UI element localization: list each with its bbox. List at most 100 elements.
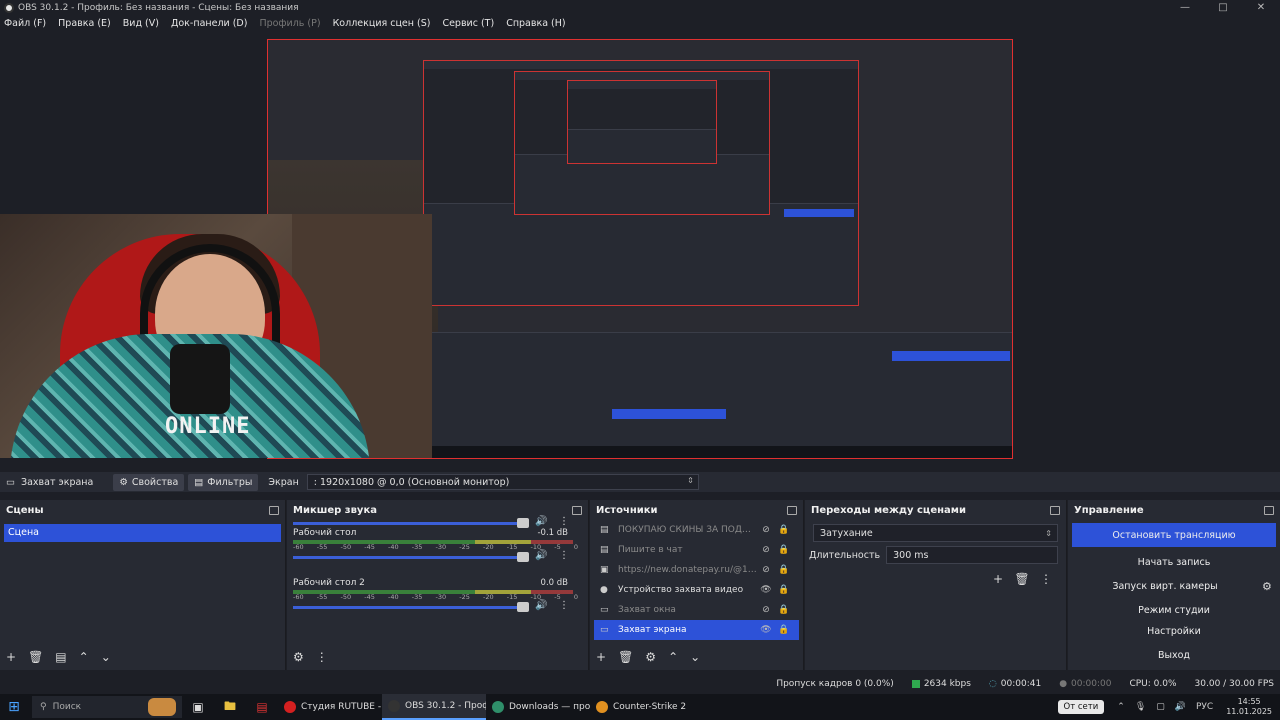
duration-label: Длительность — [809, 549, 881, 561]
meter-tick: -55 — [316, 593, 328, 601]
transition-menu-icon[interactable]: ⋮ — [1034, 572, 1058, 586]
duration-spinbox[interactable]: 300 ms — [886, 546, 1058, 564]
source-item[interactable]: ▤ ПОКУПАЮ СКИНЫ ЗА ПОДПИСКУ⊘🔒 — [594, 520, 799, 540]
meter-tick: -45 — [364, 543, 375, 551]
menu-item[interactable]: Профиль (P) — [259, 18, 320, 29]
source-properties-icon[interactable]: ⚙ — [645, 650, 656, 664]
transition-select[interactable]: Затухание ⇕ — [813, 524, 1058, 542]
eye-off-icon[interactable]: ⊘ — [757, 545, 775, 555]
volume-icon[interactable]: 🔊 — [1175, 702, 1186, 712]
move-down-icon[interactable]: ⌄ — [101, 650, 111, 664]
source-item[interactable]: ● Устройство захвата видео 👁 🔒 — [594, 580, 799, 600]
undock-icon[interactable] — [1264, 505, 1274, 515]
menu-item[interactable]: Сервис (T) — [442, 18, 494, 29]
start-vcam-button[interactable]: Запуск вирт. камеры — [1072, 577, 1258, 595]
scene-filter-icon[interactable]: ▤ — [55, 650, 66, 664]
mixer-menu-icon[interactable]: ⋮ — [316, 650, 328, 664]
eye-icon[interactable]: 👁 — [757, 585, 775, 595]
menu-item[interactable]: Правка (E) — [58, 18, 111, 29]
filters-button[interactable]: ▤ Фильтры — [188, 473, 259, 491]
speaker-icon[interactable]: 🔊 — [535, 550, 547, 561]
taskbar-app[interactable]: Студия RUTUBE - О... — [278, 694, 382, 720]
lock-icon[interactable]: 🔒 — [775, 545, 793, 555]
taskbar-search[interactable]: ⚲ Поиск — [32, 696, 182, 718]
source-label: Захват экрана — [618, 625, 687, 635]
meter-tick: 0 — [573, 543, 578, 551]
more-icon[interactable]: ⋮ — [559, 550, 569, 561]
fader-handle[interactable] — [517, 552, 529, 562]
undock-icon[interactable] — [269, 505, 279, 515]
preview-area[interactable]: ONLINE — [0, 32, 1280, 462]
close-icon[interactable]: ✕ — [1242, 0, 1280, 16]
trash-icon[interactable]: 🗑 — [28, 650, 43, 664]
taskbar-app[interactable]: Downloads — про... — [486, 694, 590, 720]
mixer-gear-icon[interactable]: ⚙ — [293, 650, 304, 664]
start-record-button[interactable]: Начать запись — [1072, 553, 1276, 571]
task-view-icon[interactable]: ▣ — [182, 694, 214, 720]
lock-icon[interactable]: 🔒 — [775, 525, 793, 535]
add-transition-icon[interactable]: + — [986, 572, 1010, 586]
windows-start-icon[interactable]: ⊞ — [0, 694, 28, 720]
mic-icon[interactable]: 🎙 — [1135, 702, 1146, 712]
speaker-icon[interactable]: 🔊 — [535, 516, 547, 527]
remove-transition-icon[interactable]: 🗑 — [1010, 572, 1034, 586]
offline-badge[interactable]: От сети — [1057, 700, 1105, 714]
move-up-icon[interactable]: ⌃ — [79, 650, 89, 664]
more-icon[interactable]: ⋮ — [559, 600, 569, 611]
speaker-icon[interactable]: 🔊 — [535, 600, 547, 611]
clock[interactable]: 14:55 11.01.2025 — [1226, 697, 1272, 717]
menu-item[interactable]: Справка (H) — [506, 18, 565, 29]
volume-fader[interactable] — [293, 556, 523, 559]
eye-off-icon[interactable]: ⊘ — [757, 565, 775, 575]
lock-icon[interactable]: 🔒 — [775, 565, 793, 575]
stop-stream-button[interactable]: Остановить трансляцию — [1072, 523, 1276, 547]
taskbar-app[interactable]: Counter-Strike 2 — [590, 694, 694, 720]
maximize-icon[interactable]: □ — [1204, 0, 1242, 16]
undock-icon[interactable] — [1050, 505, 1060, 515]
nested-preview-3 — [567, 80, 717, 164]
filters-label: Фильтры — [207, 476, 253, 488]
tray-overflow-icon[interactable]: ⌃ — [1117, 702, 1125, 712]
source-item[interactable]: ▣ https://new.donatepay.ru/@12079 ⊘ 🔒 — [594, 560, 799, 580]
minimize-icon[interactable]: — — [1166, 0, 1204, 16]
lock-icon[interactable]: 🔒 — [775, 585, 793, 595]
eye-off-icon[interactable]: ⊘ — [757, 525, 775, 535]
fader-handle[interactable] — [517, 602, 529, 612]
studio-mode-button[interactable]: Режим студии — [1072, 601, 1276, 619]
scene-item[interactable]: Сцена — [4, 524, 281, 542]
lock-icon[interactable]: 🔒 — [775, 605, 793, 615]
more-icon[interactable]: ⋮ — [559, 516, 569, 527]
taskbar-app[interactable]: OBS 30.1.2 - Проф... — [382, 694, 486, 720]
menu-item[interactable]: Файл (F) — [4, 18, 46, 29]
lock-icon[interactable]: 🔒 — [775, 625, 793, 635]
source-down-icon[interactable]: ⌄ — [690, 650, 700, 664]
network-icon[interactable]: ▢ — [1156, 702, 1165, 712]
add-icon[interactable]: + — [6, 650, 16, 664]
properties-button[interactable]: ⚙ Свойства — [113, 473, 185, 491]
remove-source-icon[interactable]: 🗑 — [618, 650, 633, 664]
undock-icon[interactable] — [572, 505, 582, 515]
menu-item[interactable]: Вид (V) — [123, 18, 159, 29]
add-source-icon[interactable]: + — [596, 650, 606, 664]
source-toolbar: ▭ Захват экрана ⚙ Свойства ▤ Фильтры Экр… — [0, 472, 1280, 492]
exit-button[interactable]: Выход — [1072, 646, 1276, 664]
source-up-icon[interactable]: ⌃ — [668, 650, 678, 664]
channel-db: -0.1 dB — [537, 528, 568, 538]
volume-fader[interactable] — [293, 606, 523, 609]
vcam-gear-icon[interactable]: ⚙ — [1262, 580, 1280, 593]
source-item[interactable]: ▭ Захват окна ⊘ 🔒 — [594, 600, 799, 620]
menu-item[interactable]: Док-панели (D) — [171, 18, 247, 29]
settings-button[interactable]: Настройки — [1072, 622, 1276, 640]
eye-off-icon[interactable]: ⊘ — [757, 605, 775, 615]
menu-item[interactable]: Коллекция сцен (S) — [333, 18, 431, 29]
file-explorer-icon[interactable]: 🖿 — [214, 694, 246, 720]
source-item[interactable]: ▭ Захват экрана 👁 🔒 — [594, 620, 799, 640]
display-select[interactable]: : 1920x1080 @ 0,0 (Основной монитор) ⇕ — [306, 474, 699, 490]
pdf-app-icon[interactable]: ▤ — [246, 694, 278, 720]
source-item[interactable]: ▤ Пишите в чат ⊘ 🔒 — [594, 540, 799, 560]
language-indicator[interactable]: РУС — [1196, 702, 1213, 712]
source-label: Захват окна — [618, 605, 676, 615]
undock-icon[interactable] — [787, 505, 797, 515]
eye-icon[interactable]: 👁 — [757, 625, 775, 635]
nested-preview-2 — [514, 71, 770, 215]
